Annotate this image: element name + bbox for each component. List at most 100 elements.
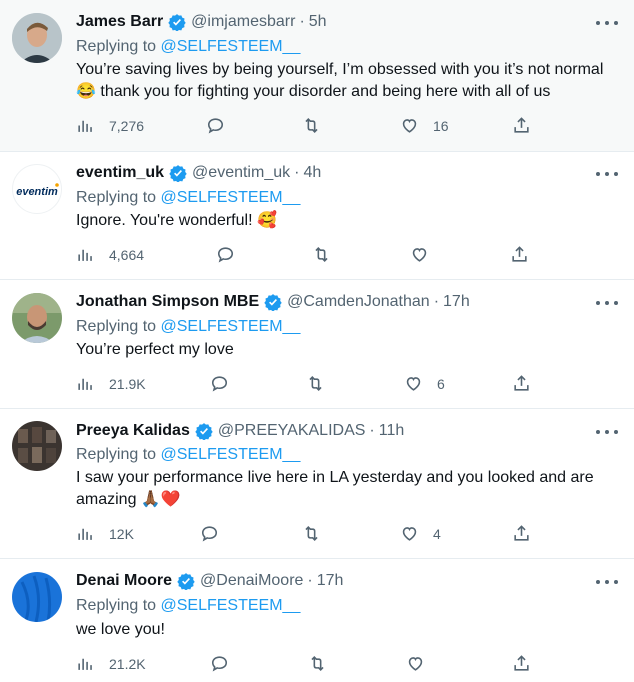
more-icon[interactable] bbox=[596, 18, 618, 28]
replying-to: Replying to @SELFESTEEM__ bbox=[76, 446, 300, 464]
reply-button[interactable] bbox=[200, 524, 219, 543]
replying-to: Replying to @SELFESTEEM__ bbox=[76, 189, 300, 207]
separator-dot: · bbox=[299, 13, 305, 30]
reply-icon bbox=[217, 247, 234, 263]
tweet[interactable]: Jonathan Simpson MBE @CamdenJonathan · 1… bbox=[0, 280, 634, 409]
replying-to: Replying to @SELFESTEEM__ bbox=[76, 597, 300, 615]
views-count: 21.9K bbox=[109, 375, 146, 392]
retweet-icon bbox=[311, 656, 324, 671]
avatar-logo-text: eventim bbox=[16, 186, 58, 198]
views-button[interactable]: 12K bbox=[76, 524, 134, 543]
likes-count: 16 bbox=[433, 117, 449, 134]
share-button[interactable] bbox=[512, 524, 531, 543]
user-handle[interactable]: @CamdenJonathan bbox=[287, 293, 430, 311]
avatar[interactable] bbox=[12, 421, 62, 471]
timestamp[interactable]: 11h bbox=[379, 422, 405, 440]
more-icon[interactable] bbox=[596, 298, 618, 308]
display-name[interactable]: Preeya Kalidas bbox=[76, 422, 190, 440]
views-icon bbox=[78, 120, 92, 132]
user-handle[interactable]: @eventim_uk bbox=[192, 164, 290, 182]
views-icon bbox=[78, 378, 92, 390]
avatar[interactable] bbox=[12, 13, 62, 63]
retweet-icon bbox=[305, 118, 318, 133]
user-handle[interactable]: @imjamesbarr bbox=[191, 13, 295, 31]
user-handle[interactable]: @DenaiMoore bbox=[200, 572, 303, 590]
tweet[interactable]: eventim eventim_uk @eventim_uk · 4h Repl… bbox=[0, 152, 634, 280]
like-icon bbox=[412, 248, 427, 262]
reply-icon bbox=[207, 118, 224, 134]
avatar[interactable] bbox=[12, 572, 62, 622]
views-count: 7,276 bbox=[109, 117, 145, 134]
retweet-button[interactable] bbox=[302, 524, 321, 543]
like-button[interactable] bbox=[406, 654, 439, 673]
like-button[interactable] bbox=[410, 245, 443, 264]
views-button[interactable]: 21.2K bbox=[76, 654, 146, 673]
views-icon bbox=[78, 249, 92, 261]
separator-dot: · bbox=[307, 572, 313, 589]
timestamp[interactable]: 5h bbox=[309, 13, 327, 31]
verified-icon bbox=[168, 13, 186, 32]
retweet-button[interactable] bbox=[312, 245, 331, 264]
share-button[interactable] bbox=[510, 245, 529, 264]
tweet-header: Jonathan Simpson MBE @CamdenJonathan · 1… bbox=[76, 293, 470, 312]
tweet-text: You’re saving lives by being yourself, I… bbox=[76, 61, 604, 100]
more-icon[interactable] bbox=[596, 577, 618, 587]
action-bar: 12K 4 bbox=[76, 524, 536, 544]
tweet[interactable]: Preeya Kalidas @PREEYAKALIDAS · 11h Repl… bbox=[0, 409, 634, 559]
timestamp[interactable]: 17h bbox=[317, 572, 344, 590]
views-button[interactable]: 7,276 bbox=[76, 116, 144, 135]
separator-dot: · bbox=[433, 293, 440, 310]
mention-link[interactable]: @SELFESTEEM__ bbox=[161, 38, 301, 55]
like-icon bbox=[402, 119, 417, 133]
user-handle[interactable]: @PREEYAKALIDAS bbox=[218, 422, 366, 440]
timestamp[interactable]: 17h bbox=[443, 293, 470, 311]
verified-icon bbox=[177, 572, 195, 591]
mention-link[interactable]: @SELFESTEEM__ bbox=[161, 189, 301, 206]
display-name[interactable]: Denai Moore bbox=[76, 572, 172, 590]
tweet-text: Ignore. You're wonderful! 🥰 bbox=[76, 212, 277, 229]
share-icon bbox=[514, 655, 529, 671]
reply-button[interactable] bbox=[210, 374, 229, 393]
verified-icon bbox=[264, 293, 282, 312]
tweet-text: You’re perfect my love bbox=[76, 341, 234, 358]
retweet-button[interactable] bbox=[302, 116, 321, 135]
tweet-header: Preeya Kalidas @PREEYAKALIDAS · 11h bbox=[76, 422, 405, 441]
action-bar: 7,276 16 bbox=[76, 116, 536, 136]
more-icon[interactable] bbox=[596, 427, 618, 437]
display-name[interactable]: James Barr bbox=[76, 13, 163, 31]
views-button[interactable]: 21.9K bbox=[76, 374, 146, 393]
like-icon bbox=[406, 377, 421, 391]
retweet-button[interactable] bbox=[308, 654, 327, 673]
mention-link[interactable]: @SELFESTEEM__ bbox=[161, 597, 301, 614]
display-name[interactable]: eventim_uk bbox=[76, 164, 164, 182]
tweet[interactable]: Denai Moore @DenaiMoore · 17h Replying t… bbox=[0, 559, 634, 682]
more-icon[interactable] bbox=[596, 169, 618, 179]
like-button[interactable]: 4 bbox=[400, 524, 441, 543]
views-button[interactable]: 4,664 bbox=[76, 245, 144, 264]
display-name[interactable]: Jonathan Simpson MBE bbox=[76, 293, 259, 311]
share-button[interactable] bbox=[512, 374, 531, 393]
share-button[interactable] bbox=[512, 654, 531, 673]
separator-dot: · bbox=[294, 164, 300, 181]
views-icon bbox=[78, 658, 92, 670]
views-count: 4,664 bbox=[109, 246, 145, 263]
likes-count: 4 bbox=[433, 525, 441, 542]
share-icon bbox=[512, 246, 527, 262]
like-button[interactable]: 16 bbox=[400, 116, 449, 135]
reply-button[interactable] bbox=[216, 245, 235, 264]
reply-button[interactable] bbox=[210, 654, 229, 673]
action-bar: 4,664 bbox=[76, 245, 536, 265]
timestamp[interactable]: 4h bbox=[303, 164, 321, 182]
tweet-header: James Barr @imjamesbarr · 5h bbox=[76, 13, 327, 32]
replying-to-label: Replying to bbox=[76, 446, 157, 463]
avatar[interactable] bbox=[12, 293, 62, 343]
retweet-button[interactable] bbox=[306, 374, 325, 393]
reply-button[interactable] bbox=[206, 116, 225, 135]
like-button[interactable]: 6 bbox=[404, 374, 445, 393]
mention-link[interactable]: @SELFESTEEM__ bbox=[161, 446, 301, 463]
avatar[interactable]: eventim bbox=[12, 164, 62, 214]
mention-link[interactable]: @SELFESTEEM__ bbox=[161, 318, 301, 335]
share-button[interactable] bbox=[512, 116, 531, 135]
tweet[interactable]: James Barr @imjamesbarr · 5h Replying to… bbox=[0, 0, 634, 152]
share-icon bbox=[514, 375, 529, 391]
